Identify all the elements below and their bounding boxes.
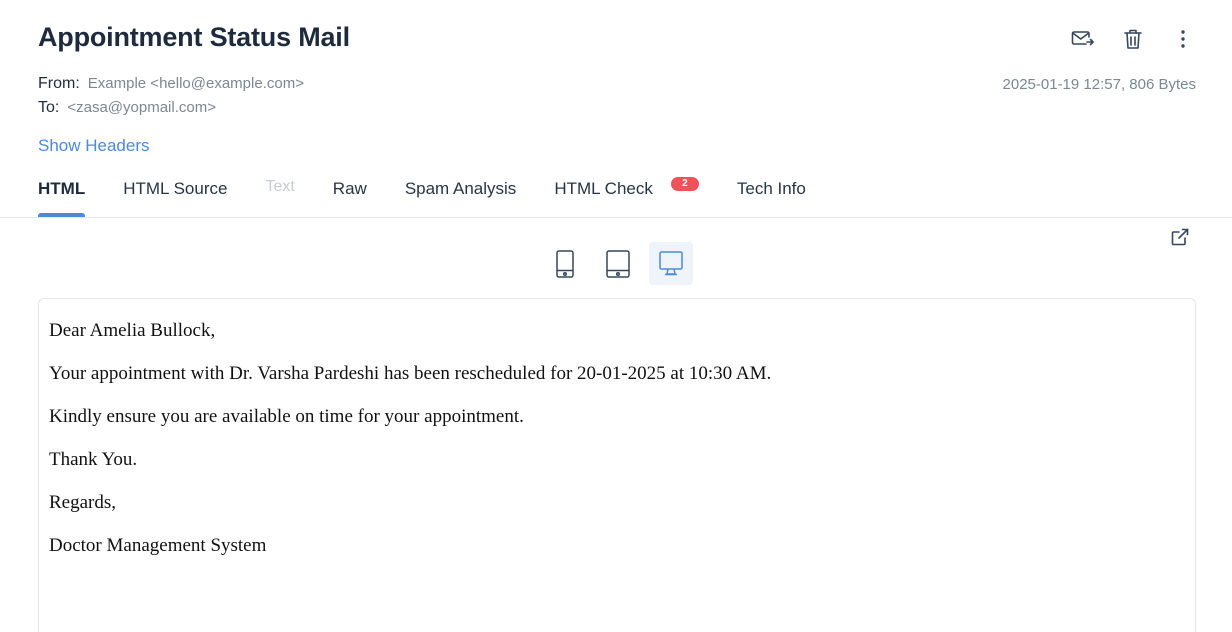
tab-spam-analysis[interactable]: Spam Analysis — [405, 170, 517, 217]
tab-raw[interactable]: Raw — [333, 170, 367, 217]
tab-html[interactable]: HTML — [38, 170, 86, 217]
desktop-icon — [659, 250, 683, 275]
mobile-icon — [556, 249, 574, 278]
device-switcher — [543, 242, 702, 285]
from-label: From: — [38, 75, 80, 92]
email-date-size: 2025-01-19 12:57, 806 Bytes — [1002, 76, 1196, 93]
email-subject: Appointment Status Mail — [38, 22, 350, 52]
desktop-view-button[interactable] — [649, 242, 693, 285]
delete-button[interactable] — [1120, 26, 1146, 52]
to-label: To: — [38, 99, 60, 116]
body-line: Regards, — [49, 492, 117, 513]
from-row: From: Example <hello@example.com> — [38, 75, 304, 93]
mobile-view-button[interactable] — [543, 242, 587, 285]
tabs-divider — [0, 217, 1232, 218]
external-link-icon — [1171, 228, 1189, 246]
from-value: Example <hello@example.com> — [87, 75, 304, 92]
body-line: Thank You. — [49, 449, 138, 470]
body-line: Dear Amelia Bullock, — [49, 320, 216, 341]
html-check-badge: 2 — [670, 177, 699, 191]
to-row: To: <zasa@yopmail.com> — [38, 99, 216, 117]
tab-html-check[interactable]: HTML Check 2 — [554, 170, 699, 217]
email-preview: Dear Amelia Bullock, Your appointment wi… — [38, 298, 1196, 632]
tab-html-check-label: HTML Check — [554, 179, 653, 198]
tablet-icon — [606, 249, 630, 278]
tab-tech-info[interactable]: Tech Info — [737, 170, 806, 217]
body-line: Kindly ensure you are available on time … — [49, 406, 524, 427]
to-value: <zasa@yopmail.com> — [67, 99, 216, 116]
view-tabs: HTML HTML Source Text Raw Spam Analysis … — [38, 170, 844, 217]
show-headers-link[interactable]: Show Headers — [38, 136, 150, 156]
trash-icon — [1124, 29, 1142, 49]
body-line: Doctor Management System — [49, 535, 267, 556]
mail-forward-icon — [1071, 31, 1094, 46]
tab-text: Text — [265, 178, 295, 195]
forward-button[interactable] — [1070, 26, 1096, 52]
more-button[interactable] — [1170, 26, 1196, 52]
tab-html-source[interactable]: HTML Source — [123, 170, 227, 217]
open-external-button[interactable] — [1170, 227, 1190, 247]
more-vertical-icon — [1181, 30, 1185, 48]
body-line: Your appointment with Dr. Varsha Pardesh… — [49, 363, 772, 384]
tablet-view-button[interactable] — [596, 242, 640, 285]
email-actions — [1046, 26, 1196, 52]
